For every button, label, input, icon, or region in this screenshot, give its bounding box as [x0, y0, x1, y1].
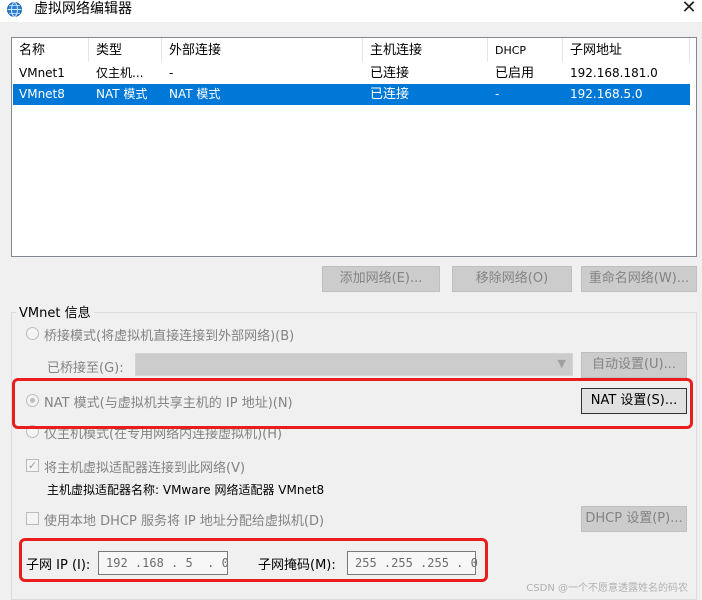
bridged-to-label: 已桥接至(G): [47, 361, 124, 376]
network-list[interactable]: 名称 类型 外部连接 主机连接 DHCP 子网地址 VMnet1 仅主机... … [11, 37, 697, 257]
bridged-to-select[interactable]: ▼ [135, 353, 573, 376]
chevron-down-icon: ▼ [557, 357, 566, 370]
cell-name: VMnet1 [19, 66, 65, 80]
cell-type: NAT 模式 [96, 87, 148, 101]
cell-type: 仅主机... [96, 66, 144, 80]
cell-subnet: 192.168.5.0 [570, 87, 643, 101]
cell-external: NAT 模式 [169, 87, 221, 101]
table-row[interactable]: VMnet1 仅主机... - 已连接 已启用 192.168.181.0 [13, 63, 690, 84]
cell-dhcp: - [495, 87, 500, 101]
bridge-mode-label: 桥接模式(将虚拟机直接连接到外部网络)(B) [44, 329, 295, 344]
window-title: 虚拟网络编辑器 [34, 1, 132, 17]
connect-adapter-checkbox[interactable]: ✓ [26, 459, 39, 472]
remove-network-button[interactable]: 移除网络(O) [452, 266, 572, 292]
add-network-button[interactable]: 添加网络(E)... [322, 266, 440, 292]
column-header-subnet[interactable]: 子网地址 [563, 38, 690, 62]
cell-host: 已连接 [370, 66, 410, 81]
cell-subnet: 192.168.181.0 [570, 66, 658, 80]
cell-dhcp: 已启用 [495, 66, 535, 81]
cell-host: 已连接 [370, 87, 410, 102]
subnet-highlight-box [19, 538, 488, 582]
table-row-selected[interactable]: VMnet8 NAT 模式 NAT 模式 已连接 - 192.168.5.0 [13, 84, 690, 105]
column-header-name[interactable]: 名称 [12, 38, 89, 62]
close-icon[interactable]: ✕ [678, 0, 700, 18]
bridge-mode-radio[interactable] [26, 327, 39, 340]
cell-name: VMnet8 [19, 87, 65, 101]
rename-network-button[interactable]: 重命名网络(W)... [581, 266, 697, 292]
column-header-host[interactable]: 主机连接 [363, 38, 488, 62]
list-header: 名称 类型 外部连接 主机连接 DHCP 子网地址 [12, 38, 696, 62]
auto-settings-button[interactable]: 自动设置(U)... [581, 352, 687, 378]
globe-network-icon [7, 2, 22, 17]
column-header-type[interactable]: 类型 [89, 38, 162, 62]
connect-adapter-label: 将主机虚拟适配器连接到此网络(V) [44, 461, 246, 476]
cell-external: - [169, 66, 174, 80]
use-dhcp-label: 使用本地 DHCP 服务将 IP 地址分配给虚拟机(D) [44, 514, 325, 529]
nat-highlight-box [12, 378, 693, 429]
dhcp-settings-button[interactable]: DHCP 设置(P)... [581, 506, 687, 532]
adapter-name-text: 主机虚拟适配器名称: VMware 网络适配器 VMnet8 [47, 483, 325, 497]
column-header-dhcp[interactable]: DHCP [488, 38, 563, 62]
vmnet-info-label: VMnet 信息 [16, 302, 94, 321]
column-header-external[interactable]: 外部连接 [162, 38, 363, 62]
use-dhcp-checkbox[interactable] [26, 512, 39, 525]
watermark-text: CSDN @一个不愿意透露姓名的码农 [526, 583, 688, 594]
